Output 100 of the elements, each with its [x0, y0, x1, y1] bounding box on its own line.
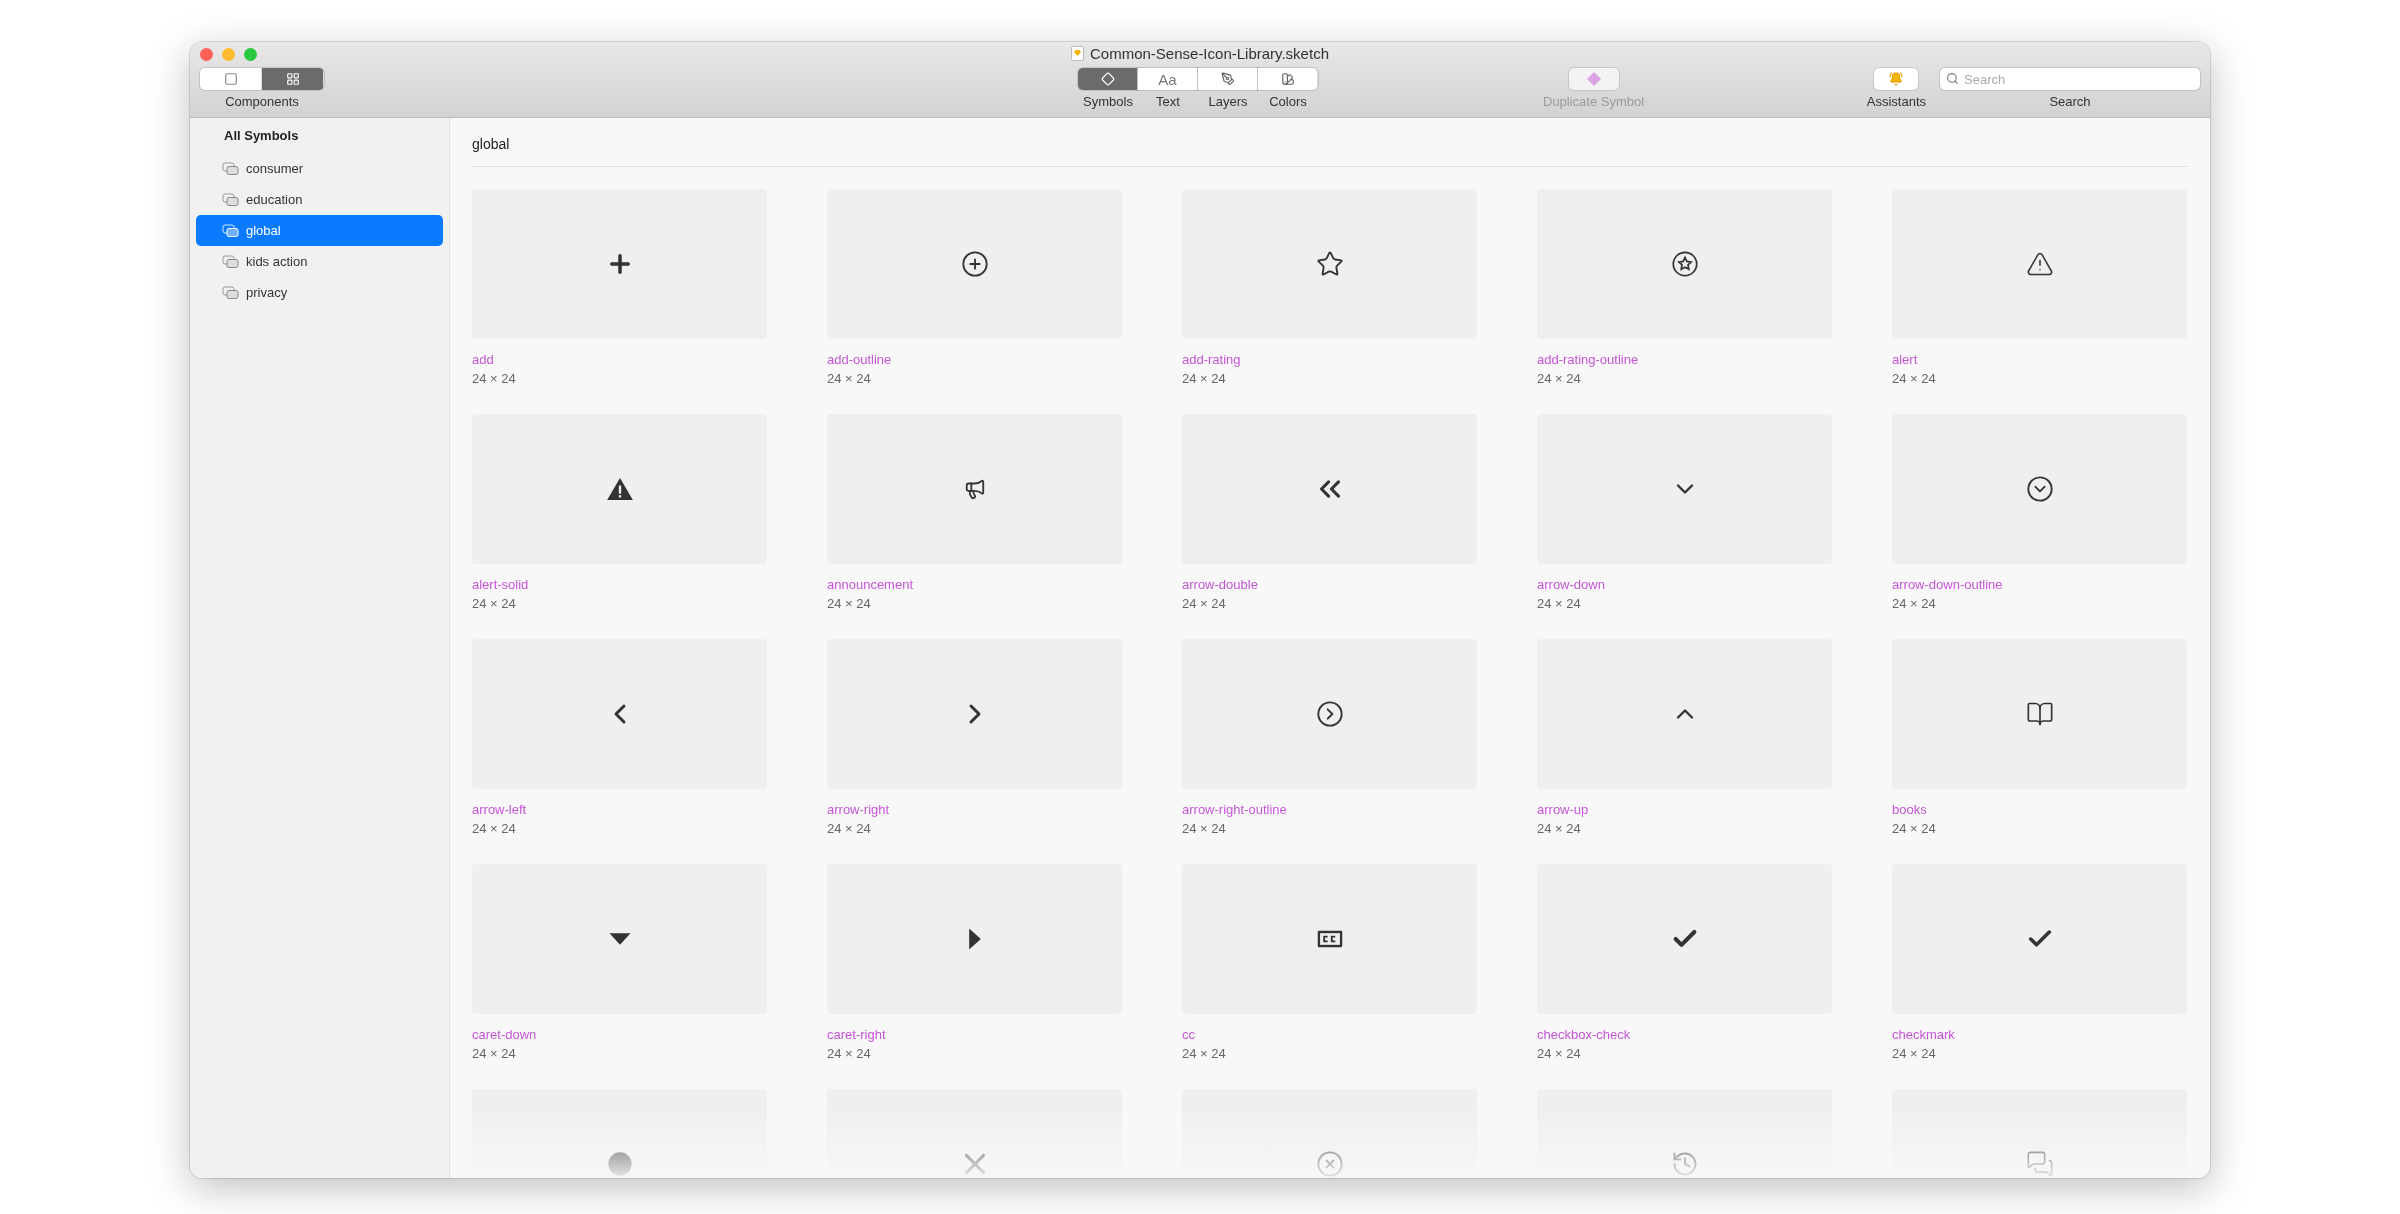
- symbol-size: 24 × 24: [1182, 596, 1226, 611]
- toolbar-label: Layers: [1208, 94, 1248, 109]
- symbol-name: caret-down: [472, 1027, 537, 1042]
- symbol-card[interactable]: [1892, 639, 2187, 789]
- symbol-size: 24 × 24: [1537, 821, 1581, 836]
- symbol-card[interactable]: [1537, 864, 1832, 1014]
- symbol-card[interactable]: [1892, 864, 2187, 1014]
- symbol-name: arrow-right-outline: [1182, 802, 1287, 817]
- insert-tab[interactable]: [1078, 68, 1138, 90]
- symbol-name: arrow-down-outline: [1892, 577, 2003, 592]
- symbol-card[interactable]: [827, 864, 1122, 1014]
- symbol-name: add-outline: [827, 352, 892, 367]
- symbol-card[interactable]: [827, 639, 1122, 789]
- symbol-size: 24 × 24: [827, 371, 871, 386]
- zoom-button[interactable]: [244, 48, 257, 61]
- dot-icon: [605, 1150, 634, 1178]
- star-icon: [1315, 250, 1344, 278]
- symbol-name: arrow-up: [1537, 802, 1589, 817]
- symbol-card[interactable]: [1537, 414, 1832, 564]
- symbol-card[interactable]: [1182, 189, 1477, 339]
- toolbar-label: Search: [2049, 94, 2091, 109]
- sidebar-item[interactable]: privacy: [196, 277, 443, 308]
- symbol-group-icon: [222, 254, 240, 269]
- sidebar-item[interactable]: education: [196, 184, 443, 215]
- insert-tab[interactable]: [1258, 68, 1318, 90]
- symbol-name: alert: [1892, 352, 1918, 367]
- chevron-right-circle-icon: [1315, 700, 1344, 728]
- symbol-card[interactable]: [1537, 639, 1832, 789]
- symbol-group-icon: [222, 192, 240, 207]
- search-icon: [1946, 72, 1959, 85]
- symbol-size: 24 × 24: [1182, 371, 1226, 386]
- symbol-name: arrow-left: [472, 802, 527, 817]
- symbol-size: 24 × 24: [472, 596, 516, 611]
- sidebar-item[interactable]: consumer: [196, 153, 443, 184]
- assistants-button[interactable]: [1874, 68, 1919, 90]
- window-title: Common-Sense-Icon-Library.sketch: [1090, 45, 1329, 62]
- symbol-name: books: [1892, 802, 1927, 817]
- sidebar-item[interactable]: global: [196, 215, 443, 246]
- warning-icon: [2025, 250, 2054, 278]
- diamond-icon: [1585, 71, 1602, 87]
- symbol-size: 24 × 24: [1892, 821, 1936, 836]
- pen-icon: [1220, 72, 1235, 86]
- symbol-size: 24 × 24: [827, 1046, 871, 1061]
- symbol-name: checkbox-check: [1537, 1027, 1631, 1042]
- toolbar-label: Duplicate Symbol: [1543, 94, 1645, 109]
- symbol-size: 24 × 24: [827, 821, 871, 836]
- symbol-card[interactable]: [1892, 414, 2187, 564]
- symbol-size: 24 × 24: [1892, 596, 1936, 611]
- symbol-card[interactable]: [1182, 414, 1477, 564]
- symbol-card[interactable]: [472, 639, 767, 789]
- bell-icon: [1889, 72, 1904, 86]
- toolbar-label: Text: [1156, 94, 1180, 109]
- swatch-icon: [1280, 72, 1295, 86]
- insert-tab[interactable]: Aa: [1138, 68, 1198, 90]
- symbol-name: cc: [1182, 1027, 1195, 1042]
- symbol-name: arrow-right: [827, 802, 890, 817]
- symbol-size: 24 × 24: [1537, 596, 1581, 611]
- symbol-name: caret-right: [827, 1027, 886, 1042]
- toolbar-label: Colors: [1269, 94, 1307, 109]
- document-icon: [1071, 46, 1084, 61]
- symbol-card[interactable]: [827, 189, 1122, 339]
- symbol-group-icon: [222, 285, 240, 300]
- symbol-group-icon: [222, 161, 240, 176]
- insert-tab[interactable]: [1198, 68, 1258, 90]
- chat-icon: [2025, 1150, 2054, 1178]
- symbol-name: add-rating: [1182, 352, 1241, 367]
- toolbar-label: Symbols: [1083, 94, 1133, 109]
- symbol-group-icon: [222, 223, 240, 238]
- sidebar-item[interactable]: kids action: [196, 246, 443, 277]
- search-field[interactable]: Search: [1940, 68, 2200, 90]
- single-view-button[interactable]: [200, 68, 262, 90]
- symbol-card[interactable]: [472, 189, 767, 339]
- symbol-size: 24 × 24: [1537, 371, 1581, 386]
- symbol-card[interactable]: [472, 414, 767, 564]
- grid-view-button[interactable]: [262, 68, 324, 90]
- symbol-card[interactable]: [1537, 189, 1832, 339]
- symbol-name: announcement: [827, 577, 913, 592]
- symbol-size: 24 × 24: [472, 371, 516, 386]
- symbol-card[interactable]: [472, 864, 767, 1014]
- symbol-card[interactable]: [827, 414, 1122, 564]
- grid-icon: [285, 72, 300, 86]
- toolbar-label: Assistants: [1866, 94, 1926, 109]
- symbol-name: arrow-down: [1537, 577, 1605, 592]
- minimize-button[interactable]: [222, 48, 235, 61]
- symbol-name: add: [472, 352, 494, 367]
- symbol-size: 24 × 24: [1892, 371, 1936, 386]
- symbol-size: 24 × 24: [827, 596, 871, 611]
- symbol-size: 24 × 24: [1537, 1046, 1581, 1061]
- symbol-size: 24 × 24: [1182, 1046, 1226, 1061]
- megaphone-icon: [963, 478, 986, 500]
- plus-circle-icon: [960, 250, 989, 278]
- diamond-icon: [1100, 72, 1115, 86]
- symbol-name: checkmark: [1892, 1027, 1955, 1042]
- symbol-card[interactable]: [1892, 189, 2187, 339]
- symbol-card[interactable]: [1182, 864, 1477, 1014]
- symbol-size: 24 × 24: [472, 821, 516, 836]
- close-button[interactable]: [200, 48, 213, 61]
- section-title: global: [472, 136, 510, 152]
- symbol-card[interactable]: [1182, 639, 1477, 789]
- symbol-name: add-rating-outline: [1537, 352, 1639, 367]
